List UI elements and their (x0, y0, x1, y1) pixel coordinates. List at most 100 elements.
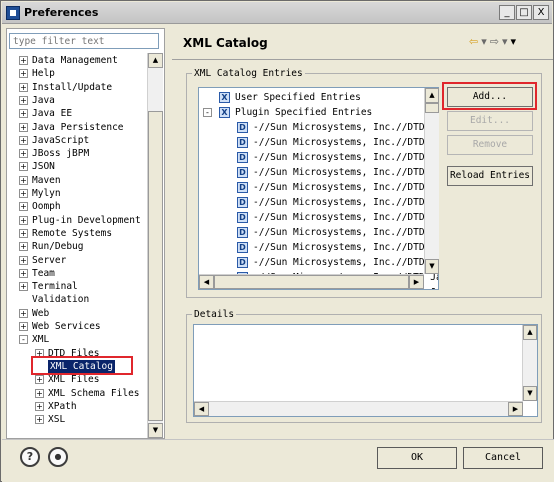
cancel-button[interactable]: Cancel (463, 447, 543, 469)
expand-icon[interactable]: + (19, 282, 28, 292)
tree-scroll-thumb[interactable] (148, 111, 163, 421)
details-horizontal-scrollbar[interactable]: ◀ ▶ (194, 401, 523, 416)
close-button[interactable]: X (533, 5, 549, 20)
catalog-scroll-thumb[interactable] (425, 103, 439, 113)
tree-item[interactable]: + Server (7, 254, 148, 267)
tree-item[interactable]: + XML Files (7, 373, 148, 386)
tree-item[interactable]: Validation (7, 293, 148, 306)
expand-icon[interactable]: + (19, 149, 28, 159)
scroll-down-icon[interactable]: ▼ (523, 386, 537, 401)
catalog-horizontal-scrollbar[interactable]: ◀ ▶ (199, 274, 424, 289)
expand-icon[interactable]: + (19, 202, 28, 212)
expand-icon[interactable]: + (19, 268, 28, 278)
expand-icon[interactable]: + (19, 82, 28, 92)
tree-item[interactable]: + Data Management (7, 54, 148, 67)
minimize-button[interactable]: _ (499, 5, 515, 20)
expand-icon[interactable]: + (19, 322, 28, 331)
expand-icon[interactable]: + (19, 175, 28, 185)
dtd-file-icon: D (237, 242, 248, 253)
scroll-up-icon[interactable]: ▲ (148, 53, 163, 68)
expand-icon[interactable]: + (35, 401, 44, 411)
tree-item[interactable]: + Help (7, 67, 148, 80)
import-export-icon[interactable]: ● (48, 447, 68, 467)
tree-item[interactable]: + Java EE (7, 107, 148, 120)
ok-button[interactable]: OK (377, 447, 457, 469)
expand-icon[interactable]: + (19, 162, 28, 172)
expand-icon[interactable]: + (19, 308, 28, 318)
scroll-down-icon[interactable]: ▼ (148, 423, 163, 438)
collapse-icon[interactable]: - (203, 108, 212, 117)
forward-arrow-icon[interactable]: ⇨ (490, 35, 499, 48)
tree-item[interactable]: + Web (7, 307, 148, 320)
tree-item[interactable]: + Install/Update (7, 81, 148, 94)
tree-item[interactable]: + Mylyn (7, 187, 148, 200)
scroll-left-icon[interactable]: ◀ (194, 402, 209, 416)
scroll-right-icon[interactable]: ▶ (409, 275, 424, 289)
filter-input[interactable] (9, 33, 159, 49)
tree-item[interactable]: + JavaScript (7, 134, 148, 147)
tree-item[interactable]: + XPath (7, 400, 148, 413)
expand-icon[interactable]: + (35, 415, 44, 425)
details-text-area[interactable]: ▲ ▼ ◀ ▶ (193, 324, 538, 417)
tree-highlight-box (31, 356, 133, 375)
catalog-entry-label: -//Sun Microsystems, Inc.//DTD J2 (253, 242, 439, 253)
tree-item[interactable]: + Web Services (7, 320, 148, 333)
tree-item[interactable]: + Plug-in Development (7, 214, 148, 227)
expand-icon[interactable]: + (19, 215, 28, 225)
scroll-left-icon[interactable]: ◀ (199, 275, 214, 289)
tree-item-label: Web (32, 307, 50, 319)
back-dropdown-icon[interactable]: ▾ (481, 35, 487, 48)
tree-item-label: Mylyn (32, 188, 61, 199)
tree-item[interactable]: + Run/Debug (7, 240, 148, 253)
maximize-button[interactable]: □ (516, 5, 532, 20)
scroll-right-icon[interactable]: ▶ (508, 402, 523, 416)
collapse-icon[interactable]: - (19, 335, 28, 345)
tree-item[interactable]: + Oomph (7, 200, 148, 213)
details-vertical-scrollbar[interactable]: ▲ ▼ (522, 325, 537, 401)
help-icon[interactable]: ? (20, 447, 40, 467)
expand-icon[interactable]: + (19, 189, 28, 198)
tree-item[interactable]: + XSL (7, 413, 148, 426)
tree-item-label: XPath (48, 400, 77, 412)
expand-icon[interactable]: + (19, 255, 28, 265)
edit-button[interactable]: Edit... (447, 111, 533, 131)
title-bar[interactable]: Preferences _ □ X (2, 2, 552, 24)
catalog-vertical-scrollbar[interactable]: ▲ ▼ (424, 88, 439, 274)
expand-icon[interactable]: + (19, 122, 28, 132)
back-arrow-icon[interactable]: ⇦ (469, 35, 478, 48)
tree-item[interactable]: + Team (7, 267, 148, 280)
tree-scrollbar[interactable]: ▲ ▼ (147, 53, 163, 438)
tree-item[interactable]: - XML (7, 333, 148, 346)
expand-icon[interactable]: + (19, 228, 28, 238)
page-title: XML Catalog (183, 36, 268, 50)
tree-item[interactable]: + Java Persistence (7, 121, 148, 134)
expand-icon[interactable]: + (19, 242, 28, 252)
scroll-down-icon[interactable]: ▼ (425, 259, 439, 274)
forward-dropdown-icon[interactable]: ▾ (502, 35, 508, 48)
tree-item-label: JSON (32, 161, 55, 173)
dtd-file-icon: D (237, 257, 248, 268)
expand-icon[interactable]: + (19, 56, 28, 65)
expand-icon[interactable]: + (19, 109, 28, 119)
expand-icon[interactable]: + (35, 388, 44, 398)
reload-entries-button[interactable]: Reload Entries (447, 166, 533, 186)
expand-icon[interactable]: + (35, 375, 44, 385)
remove-button[interactable]: Remove (447, 135, 533, 155)
tree-item[interactable]: + Terminal (7, 280, 148, 293)
expand-icon[interactable]: + (19, 135, 28, 145)
view-menu-icon[interactable]: ▾ (511, 35, 517, 48)
tree-item[interactable]: + Maven (7, 174, 148, 187)
expand-icon[interactable]: + (19, 69, 28, 79)
catalog-entries-tree[interactable]: X User Specified Entries - X Plugin Spec… (198, 87, 439, 290)
scroll-up-icon[interactable]: ▲ (425, 88, 439, 103)
tree-item-label: Java EE (32, 108, 73, 120)
scroll-up-icon[interactable]: ▲ (523, 325, 537, 340)
tree-item[interactable]: + JSON (7, 160, 148, 173)
tree-item[interactable]: + XML Schema Files (7, 387, 148, 400)
tree-item[interactable]: + JBoss jBPM (7, 147, 148, 160)
tree-item[interactable]: + Remote Systems (7, 227, 148, 240)
catalog-hscroll-thumb[interactable] (214, 275, 409, 289)
tree-item[interactable]: + Java (7, 94, 148, 107)
expand-icon[interactable]: + (19, 95, 28, 105)
tree-item-label: Install/Update (32, 81, 113, 93)
